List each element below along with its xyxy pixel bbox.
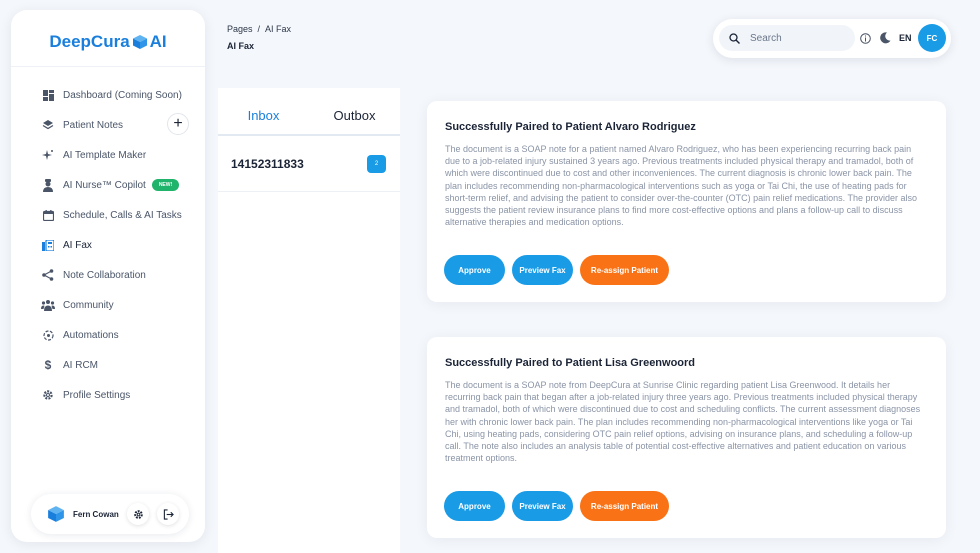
dark-mode-icon[interactable] [880,32,891,44]
add-note-button[interactable]: + [167,113,189,135]
reassign-patient-button[interactable]: Re-assign Patient [580,491,669,521]
logout-button[interactable] [157,503,179,525]
automation-icon [41,328,55,342]
sidebar-item-ai-fax[interactable]: AI Fax [11,230,205,260]
logo-cube-icon [132,35,147,49]
sidebar-nav: Dashboard (Coming Soon) Patient Notes + … [11,80,205,410]
card-summary: The document is a SOAP note from DeepCur… [445,380,921,464]
sidebar-item-label: AI Template Maker [63,149,147,161]
sidebar-item-schedule[interactable]: Schedule, Calls & AI Tasks [11,200,205,230]
sidebar-item-label: AI Fax [63,239,92,251]
user-settings-button[interactable] [127,503,149,525]
card-title: Successfully Paired to Patient Alvaro Ro… [445,121,696,133]
info-icon[interactable] [860,33,871,44]
approve-button[interactable]: Approve [444,491,505,521]
profile-avatar[interactable]: FC [918,24,946,52]
community-icon [41,298,55,312]
breadcrumb-item-current: AI Fax [265,24,292,34]
sidebar-item-label: Community [63,299,114,311]
sidebar-item-label: Profile Settings [63,389,131,401]
fax-icon [41,238,55,252]
sidebar-item-note-collaboration[interactable]: Note Collaboration [11,260,205,290]
sidebar-item-label: AI Nurse™ Copilot [63,179,146,191]
sidebar-item-automations[interactable]: Automations [11,320,205,350]
logo[interactable]: DeepCura AI [11,32,205,52]
card-title: Successfully Paired to Patient Lisa Gree… [445,357,696,369]
sidebar-item-label: Dashboard (Coming Soon) [63,89,182,101]
user-card[interactable]: Fern Cowan [31,494,189,534]
tab-inbox[interactable]: Inbox [218,88,309,134]
fax-number-item[interactable]: 14152311833 2 [218,136,400,192]
sidebar: DeepCura AI Dashboard (Coming Soon) Pati… [11,10,205,542]
sidebar-item-label: AI RCM [63,359,98,371]
share-icon [41,268,55,282]
approve-button[interactable]: Approve [444,255,505,285]
search-input[interactable] [750,32,840,44]
fax-count-badge: 2 [367,154,386,173]
breadcrumb-item-pages[interactable]: Pages [227,24,253,34]
sparkle-icon [41,148,55,162]
sidebar-item-community[interactable]: Community [11,290,205,320]
card-summary: The document is a SOAP note for a patien… [445,144,918,228]
fax-card: Successfully Paired to Patient Lisa Gree… [427,337,946,538]
reassign-patient-button[interactable]: Re-assign Patient [580,255,669,285]
sidebar-item-ai-template-maker[interactable]: AI Template Maker [11,140,205,170]
sidebar-item-dashboard[interactable]: Dashboard (Coming Soon) [11,80,205,110]
logout-icon [163,508,174,520]
fax-tabs: Inbox Outbox [218,88,400,136]
avatar [48,506,64,522]
logo-text: DeepCura [49,32,130,51]
preview-fax-button[interactable]: Preview Fax [512,255,573,285]
language-selector[interactable]: EN [899,33,912,43]
sidebar-item-ai-nurse-copilot[interactable]: AI Nurse™ Copilot NEW! [11,170,205,200]
sidebar-item-label: Automations [63,329,119,341]
logo-suffix: AI [149,32,167,51]
preview-fax-button[interactable]: Preview Fax [512,491,573,521]
topbar: EN FC [713,19,951,58]
nurse-icon [41,178,55,192]
card-actions: Approve Preview Fax Re-assign Patient [444,491,669,521]
fax-number: 14152311833 [231,156,304,171]
sidebar-item-label: Schedule, Calls & AI Tasks [63,209,182,221]
breadcrumb-separator: / [257,24,261,34]
gear-icon [41,388,55,402]
fax-panel: Inbox Outbox 14152311833 2 [218,88,400,553]
breadcrumb: Pages / AI Fax [227,24,291,34]
sidebar-item-profile-settings[interactable]: Profile Settings [11,380,205,410]
search-box[interactable] [719,25,855,51]
new-badge: NEW! [151,179,180,191]
search-icon [729,32,740,44]
gear-icon [133,509,143,519]
card-actions: Approve Preview Fax Re-assign Patient [444,255,669,285]
page-title: AI Fax [227,41,255,51]
sidebar-item-patient-notes[interactable]: Patient Notes + [11,110,205,140]
dollar-icon: $ [44,358,52,372]
fax-card: Successfully Paired to Patient Alvaro Ro… [427,101,946,302]
dashboard-icon [41,88,55,102]
user-name: Fern Cowan [73,509,119,519]
sidebar-item-label: Note Collaboration [63,269,146,281]
sidebar-item-label: Patient Notes [63,119,124,131]
tab-outbox[interactable]: Outbox [309,88,400,134]
layers-icon [41,118,55,132]
calendar-icon [41,208,55,222]
divider [11,66,205,67]
sidebar-item-ai-rcm[interactable]: $ AI RCM [11,350,205,380]
